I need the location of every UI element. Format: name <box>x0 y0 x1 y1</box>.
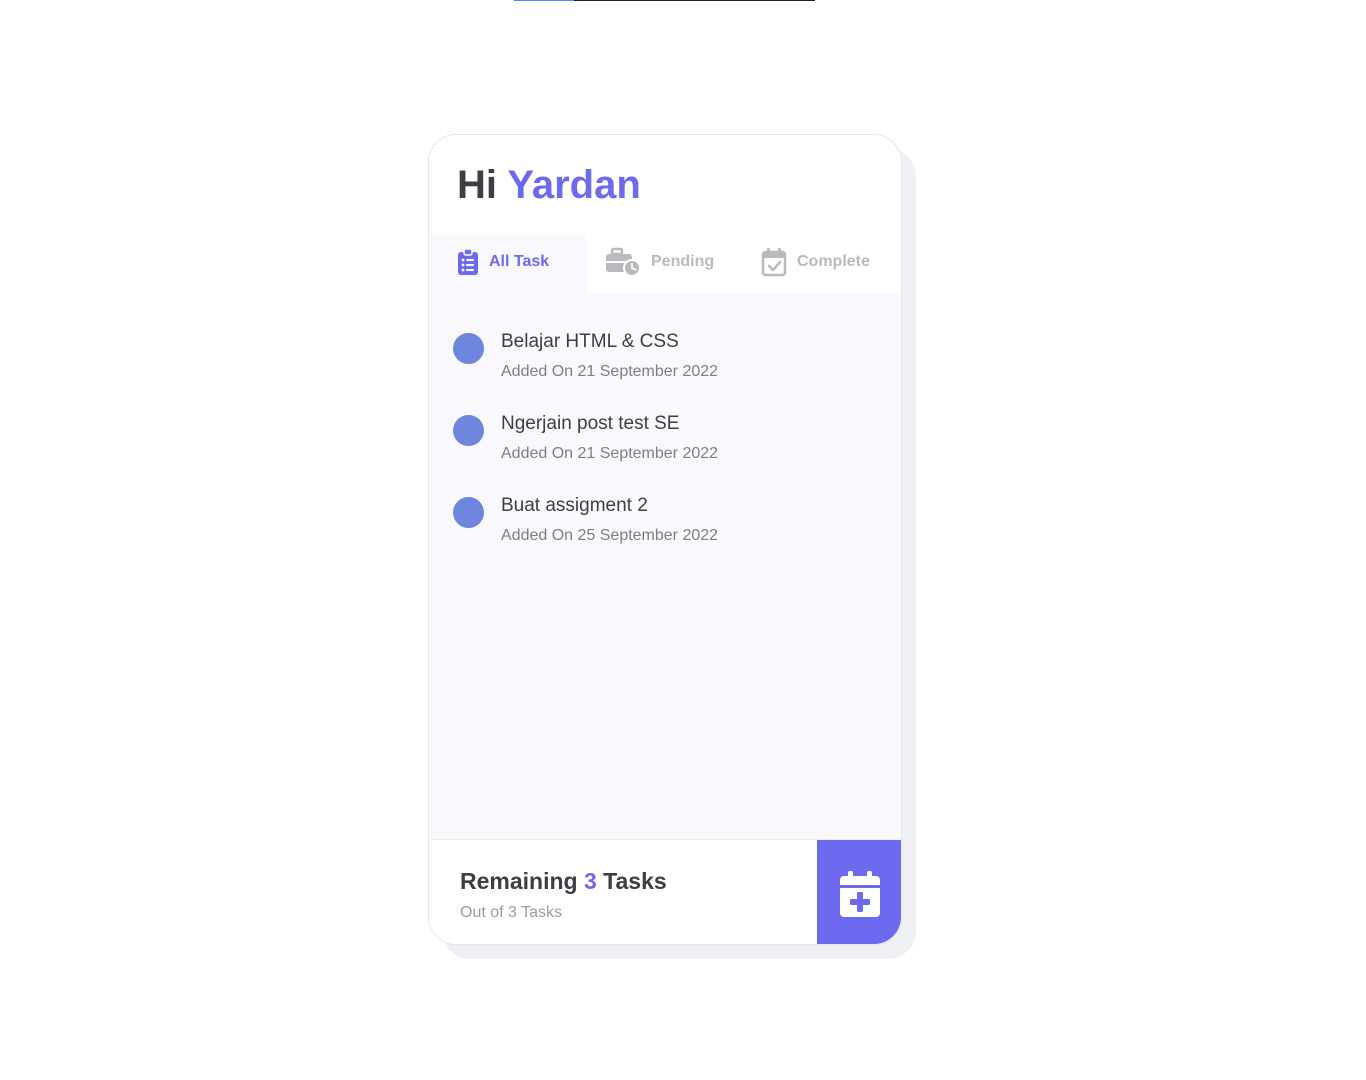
progress-fill <box>514 0 575 1</box>
total-tasks-text: Out of 3 Tasks <box>460 904 562 921</box>
calendar-plus-icon <box>840 870 880 917</box>
remaining-tasks-text: Remaining 3 Tasks <box>460 868 667 895</box>
clipboard-list-icon <box>458 248 478 275</box>
user-name: Yardan <box>507 163 641 207</box>
task-status-dot[interactable] <box>453 333 484 364</box>
task-item[interactable]: Buat assigment 2 Added On 25 September 2… <box>453 485 883 555</box>
task-list: Belajar HTML & CSS Added On 21 September… <box>429 291 901 839</box>
task-item[interactable]: Ngerjain post test SE Added On 21 Septem… <box>453 403 883 473</box>
top-progress-bar <box>514 0 815 1</box>
greeting-text: Hi <box>457 163 497 207</box>
task-date: Added On 21 September 2022 <box>501 445 719 462</box>
greeting-heading: Hi Yardan <box>457 161 641 209</box>
briefcase-clock-icon <box>606 247 641 277</box>
calendar-check-icon <box>761 248 787 277</box>
tab-all-task[interactable]: All Task <box>429 233 587 291</box>
task-tabs: All Task Pending Complete <box>429 233 901 291</box>
task-status-dot[interactable] <box>453 497 484 528</box>
tab-complete[interactable]: Complete <box>745 233 901 291</box>
remaining-suffix: Tasks <box>603 868 667 894</box>
todo-card: Hi Yardan All Task Pending Complete Bela… <box>428 134 902 945</box>
remaining-count: 3 <box>583 868 597 894</box>
tab-all-task-label: All Task <box>489 253 550 270</box>
task-title: Buat assigment 2 <box>501 495 648 516</box>
task-summary-footer: Remaining 3 Tasks Out of 3 Tasks <box>429 839 901 944</box>
task-date: Added On 21 September 2022 <box>501 363 719 380</box>
tab-complete-label: Complete <box>797 253 870 270</box>
task-title: Belajar HTML & CSS <box>501 331 679 352</box>
task-item[interactable]: Belajar HTML & CSS Added On 21 September… <box>453 321 883 391</box>
task-date: Added On 25 September 2022 <box>501 527 719 544</box>
tab-pending-label: Pending <box>651 253 715 270</box>
add-task-button[interactable] <box>817 840 901 944</box>
task-status-dot[interactable] <box>453 415 484 446</box>
task-title: Ngerjain post test SE <box>501 413 680 434</box>
remaining-prefix: Remaining <box>460 868 578 894</box>
tab-pending[interactable]: Pending <box>587 233 745 291</box>
